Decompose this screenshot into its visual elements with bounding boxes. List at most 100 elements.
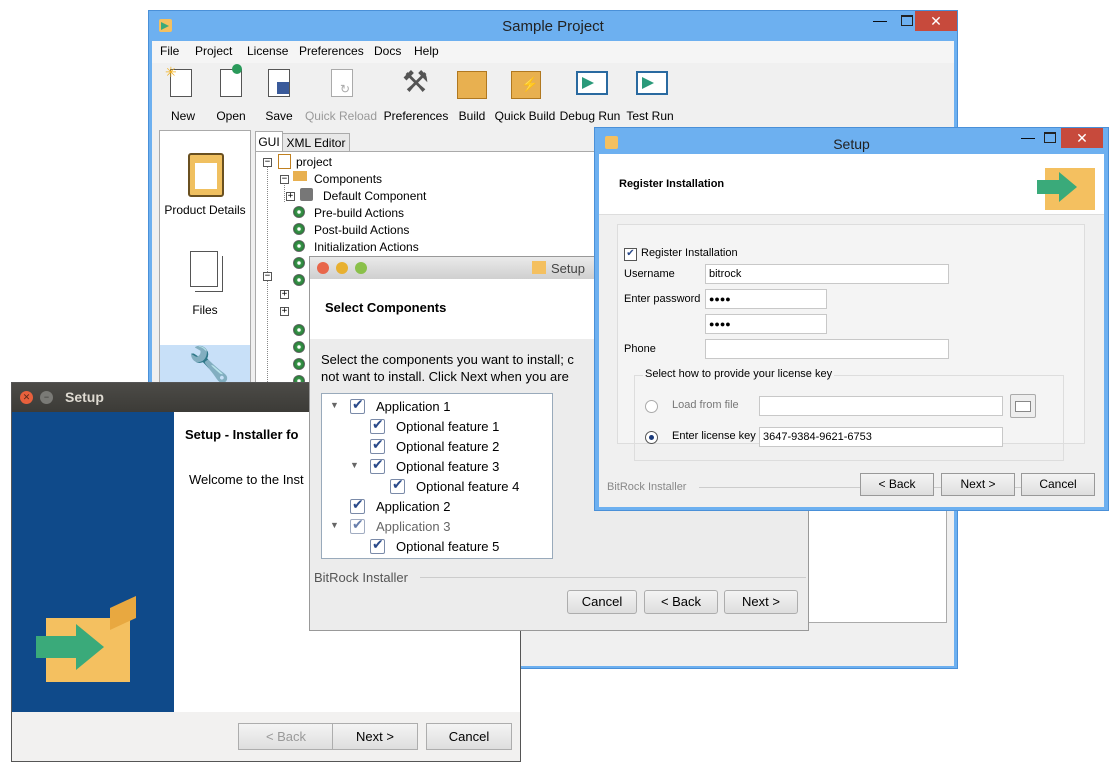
tree-post-build[interactable]: Post-build Actions xyxy=(314,223,409,237)
tree-init[interactable]: Initialization Actions xyxy=(314,240,419,254)
username-field[interactable]: bitrock xyxy=(705,264,949,284)
reload-icon: ↻ xyxy=(331,69,353,97)
component-checkbox[interactable] xyxy=(390,477,405,494)
component-label: Optional feature 2 xyxy=(396,439,500,454)
folder-gear-icon xyxy=(293,171,307,181)
close-button[interactable]: ✕ xyxy=(20,391,33,404)
minimize-button[interactable] xyxy=(336,262,348,274)
preferences-label: Preferences xyxy=(383,109,449,123)
component-label: Optional feature 4 xyxy=(416,479,520,494)
tree-components[interactable]: Components xyxy=(314,172,382,186)
tree-project[interactable]: project xyxy=(296,155,332,169)
footer-brand: BitRock Installer xyxy=(314,570,408,585)
component-item[interactable]: Optional feature 4 xyxy=(322,477,550,497)
gear-icon xyxy=(293,358,305,370)
minimize-button[interactable]: — xyxy=(867,11,893,31)
password-field[interactable]: ●●●● xyxy=(705,289,827,309)
quick-build-button[interactable]: ⚡ Quick Build xyxy=(492,65,558,125)
license-file-field[interactable] xyxy=(759,396,1003,416)
next-button[interactable]: Next > xyxy=(941,473,1015,496)
expand-node[interactable]: − xyxy=(263,272,272,281)
sidebar-item-product-details[interactable]: Product Details xyxy=(160,131,250,231)
load-from-file-radio[interactable] xyxy=(645,400,658,413)
expander-arrow-icon[interactable]: ▼ xyxy=(350,460,359,470)
expand-node[interactable]: + xyxy=(280,290,289,299)
expand-default-component[interactable]: + xyxy=(286,192,295,201)
next-button[interactable]: Next > xyxy=(332,723,418,750)
tree-pre-build[interactable]: Pre-build Actions xyxy=(314,206,404,220)
quick-reload-button[interactable]: ↻ Quick Reload xyxy=(304,65,378,125)
browse-folder-button[interactable] xyxy=(1010,394,1036,418)
maximize-button[interactable] xyxy=(355,262,367,274)
setup-heading: Setup - Installer fo xyxy=(185,427,299,442)
tab-gui[interactable]: GUI xyxy=(255,131,283,152)
cancel-button[interactable]: Cancel xyxy=(1021,473,1095,496)
debug-run-label: Debug Run xyxy=(559,109,621,123)
menu-docs[interactable]: Docs xyxy=(374,44,401,58)
new-button[interactable]: ✳ New xyxy=(158,64,208,125)
back-button[interactable]: < Back xyxy=(860,473,934,496)
preferences-button[interactable]: ⚒ Preferences xyxy=(380,65,452,125)
gear-icon xyxy=(293,341,305,353)
test-run-button[interactable]: Test Run xyxy=(622,65,678,125)
collapse-project[interactable]: − xyxy=(263,158,272,167)
component-label: Optional feature 3 xyxy=(396,459,500,474)
component-item[interactable]: ▼ Application 3 xyxy=(322,517,550,537)
tree-default-component[interactable]: Default Component xyxy=(323,189,426,203)
save-button[interactable]: Save xyxy=(254,65,304,125)
build-button[interactable]: Build xyxy=(452,65,492,125)
save-icon xyxy=(268,69,290,97)
close-button[interactable]: ✕ xyxy=(1061,128,1103,148)
menu-license[interactable]: License xyxy=(247,44,288,58)
tab-xml-editor[interactable]: XML Editor xyxy=(282,133,350,153)
component-label: Application 1 xyxy=(376,399,451,414)
back-button[interactable]: < Back xyxy=(644,590,718,614)
gear-icon xyxy=(293,223,305,235)
expander-arrow-icon[interactable]: ▼ xyxy=(330,520,339,530)
component-checkbox[interactable] xyxy=(350,517,365,534)
setup-icon xyxy=(532,261,546,274)
open-button[interactable]: Open xyxy=(206,64,256,125)
debug-run-icon xyxy=(576,71,608,95)
menu-file[interactable]: File xyxy=(160,44,179,58)
collapse-components[interactable]: − xyxy=(280,175,289,184)
license-key-field[interactable]: 3647-9384-9621-6753 xyxy=(759,427,1003,447)
sidebar-item-files[interactable]: Files xyxy=(160,231,250,331)
component-checkbox[interactable] xyxy=(370,457,385,474)
expand-node[interactable]: + xyxy=(280,307,289,316)
close-button[interactable]: ✕ xyxy=(915,11,957,31)
register-checkbox[interactable]: ✔ xyxy=(624,248,637,261)
menu-bar: File Project License Preferences Docs He… xyxy=(152,41,954,63)
menu-help[interactable]: Help xyxy=(414,44,439,58)
close-button[interactable] xyxy=(317,262,329,274)
username-label: Username xyxy=(624,268,675,280)
test-run-icon xyxy=(636,71,668,95)
component-item[interactable]: ▼ Application 1 xyxy=(322,397,550,417)
component-item[interactable]: Optional feature 5 xyxy=(322,537,550,557)
phone-field[interactable] xyxy=(705,339,949,359)
component-checkbox[interactable] xyxy=(350,497,365,514)
component-checkbox[interactable] xyxy=(370,437,385,454)
quick-build-icon: ⚡ xyxy=(511,71,541,99)
component-checkbox[interactable] xyxy=(370,537,385,554)
password-confirm-field[interactable]: ●●●● xyxy=(705,314,827,334)
debug-run-button[interactable]: Debug Run xyxy=(558,65,622,125)
menu-project[interactable]: Project xyxy=(195,44,232,58)
component-item[interactable]: Optional feature 1 xyxy=(322,417,550,437)
expander-arrow-icon[interactable]: ▼ xyxy=(330,400,339,410)
back-button[interactable]: < Back xyxy=(238,723,334,750)
save-label: Save xyxy=(265,109,293,123)
cancel-button[interactable]: Cancel xyxy=(567,590,637,614)
component-item[interactable]: ▼ Optional feature 3 xyxy=(322,457,550,477)
next-button[interactable]: Next > xyxy=(724,590,798,614)
cancel-button[interactable]: Cancel xyxy=(426,723,512,750)
menu-preferences[interactable]: Preferences xyxy=(299,44,364,58)
component-checkbox[interactable] xyxy=(370,417,385,434)
maximize-button[interactable] xyxy=(1037,128,1063,148)
component-item[interactable]: Optional feature 2 xyxy=(322,437,550,457)
enter-license-radio[interactable] xyxy=(645,431,658,444)
component-checkbox[interactable] xyxy=(350,397,365,414)
component-item[interactable]: Application 2 xyxy=(322,497,550,517)
minimize-button[interactable]: − xyxy=(40,391,53,404)
component-label: Application 3 xyxy=(376,519,451,534)
